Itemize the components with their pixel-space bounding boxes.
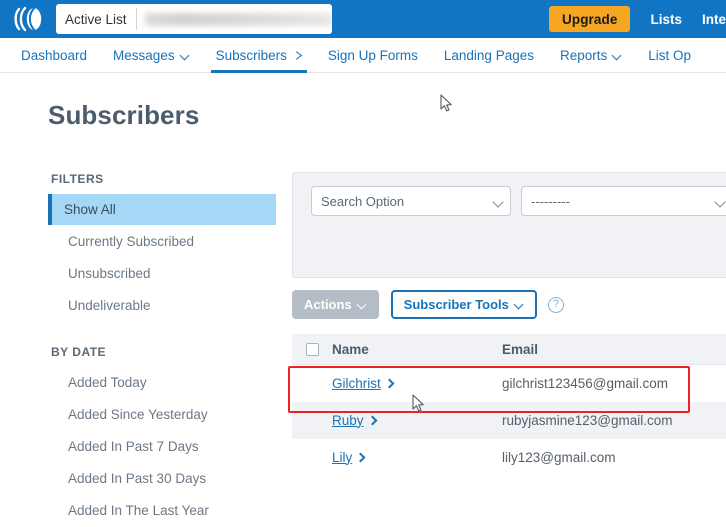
table-header-row: Name Email — [292, 334, 726, 365]
nav-messages-label: Messages — [113, 47, 175, 63]
help-glyph: ? — [552, 298, 559, 310]
help-icon[interactable]: ? — [547, 296, 564, 313]
chevron-down-icon — [358, 300, 367, 309]
nav-landing-pages-label: Landing Pages — [443, 47, 534, 63]
sidebar-item-label: Added Since Yesterday — [68, 407, 208, 422]
table-row[interactable]: Ruby rubyjasmine123@gmail.com — [292, 402, 726, 439]
sidebar-item-show-all[interactable]: Show All — [48, 194, 276, 225]
chevron-down-icon — [714, 196, 726, 208]
sidebar-item-label: Unsubscribed — [68, 266, 151, 281]
row-email-cell: gilchrist123456@gmail.com — [502, 376, 669, 391]
filters-heading: FILTERS — [51, 172, 104, 186]
active-list-value[interactable] — [144, 12, 332, 26]
sidebar-item-added-today[interactable]: Added Today — [48, 367, 276, 398]
mouse-cursor — [440, 94, 453, 118]
top-bar-right: Upgrade Lists Inte — [549, 0, 726, 38]
row-name-cell: Gilchrist — [332, 375, 502, 393]
by-date-heading: BY DATE — [51, 345, 107, 359]
secondary-filter-value: --------- — [531, 193, 570, 209]
subscriber-tools-button[interactable]: Subscriber Tools — [390, 290, 537, 319]
search-option-value: Search Option — [321, 193, 405, 209]
column-header-name[interactable]: Name — [332, 342, 502, 357]
sidebar-item-label: Undeliverable — [68, 298, 151, 313]
nav-messages[interactable]: Messages — [100, 38, 203, 72]
subscriber-name-link[interactable]: Gilchrist — [332, 376, 381, 391]
nav-sign-up-forms-label: Sign Up Forms — [327, 47, 418, 63]
row-email-cell: lily123@gmail.com — [502, 450, 616, 465]
select-all-cell — [292, 342, 332, 356]
topnav-link-lists[interactable]: Lists — [650, 12, 682, 27]
nav-reports-label: Reports — [559, 47, 608, 63]
chevron-right-icon[interactable] — [355, 452, 366, 462]
aweber-arcs-logo-icon[interactable] — [0, 0, 56, 38]
column-header-email[interactable]: Email — [502, 342, 726, 357]
row-name-cell: Lily — [332, 449, 502, 467]
sidebar-item-label: Currently Subscribed — [68, 234, 195, 249]
nav-landing-pages[interactable]: Landing Pages — [431, 38, 547, 72]
active-list-label: Active List — [65, 11, 127, 27]
sidebar-item-added-past-30-days[interactable]: Added In Past 30 Days — [48, 463, 276, 494]
page-title: Subscribers — [48, 100, 200, 130]
row-email-cell: rubyjasmine123@gmail.com — [502, 413, 673, 428]
active-list-field[interactable]: Active List — [56, 4, 332, 34]
nav-list-options-label: List Op — [648, 47, 692, 63]
chevron-down-icon — [293, 51, 302, 60]
table-action-row: Actions Subscriber Tools ? — [292, 290, 564, 319]
actions-button-label: Actions — [304, 297, 352, 312]
search-option-select[interactable]: Search Option — [311, 186, 511, 216]
secondary-filter-select[interactable]: --------- — [521, 186, 726, 216]
sidebar-item-added-since-yesterday[interactable]: Added Since Yesterday — [48, 399, 276, 430]
subscribers-table: Name Email Gilchrist gilchrist123456@gma… — [292, 334, 726, 476]
sidebar-item-currently-subscribed[interactable]: Currently Subscribed — [48, 226, 276, 257]
nav-dashboard-label: Dashboard — [21, 47, 88, 63]
actions-button[interactable]: Actions — [292, 290, 379, 319]
topnav-link-integrations[interactable]: Inte — [702, 12, 726, 27]
secondary-nav: Dashboard Messages Subscribers Sign Up F… — [0, 38, 726, 73]
select-all-checkbox[interactable] — [305, 342, 319, 356]
nav-dashboard[interactable]: Dashboard — [8, 38, 100, 72]
chevron-down-icon — [613, 51, 622, 60]
sidebar-item-label: Added In Past 7 Days — [68, 439, 199, 454]
upgrade-button[interactable]: Upgrade — [549, 6, 631, 32]
subscriber-name-link[interactable]: Lily — [332, 450, 352, 465]
sidebar-item-undeliverable[interactable]: Undeliverable — [48, 290, 276, 321]
sidebar-item-label: Added In The Last Year — [68, 503, 209, 518]
table-row[interactable]: Lily lily123@gmail.com — [292, 439, 726, 476]
chevron-down-icon — [181, 51, 190, 60]
subscriber-name-link[interactable]: Ruby — [332, 413, 364, 428]
nav-reports[interactable]: Reports — [547, 38, 635, 72]
sidebar-item-unsubscribed[interactable]: Unsubscribed — [48, 258, 276, 289]
nav-subscribers-label: Subscribers — [215, 47, 287, 63]
row-name-cell: Ruby — [332, 412, 502, 430]
chevron-right-icon[interactable] — [367, 415, 377, 425]
nav-subscribers[interactable]: Subscribers — [203, 38, 315, 73]
nav-sign-up-forms[interactable]: Sign Up Forms — [315, 38, 431, 72]
nav-list-options[interactable]: List Op — [635, 38, 704, 72]
sidebar-item-added-past-7-days[interactable]: Added In Past 7 Days — [48, 431, 276, 462]
sidebar-item-added-last-year[interactable]: Added In The Last Year — [48, 495, 276, 526]
chevron-down-icon — [492, 196, 504, 208]
sidebar-item-label: Show All — [64, 202, 116, 217]
sidebar-item-label: Added Today — [68, 375, 147, 390]
active-list-divider — [135, 8, 137, 30]
chevron-right-icon[interactable] — [384, 378, 395, 388]
filters-sidebar: FILTERS Show All Currently Subscribed Un… — [48, 172, 276, 527]
table-row[interactable]: Gilchrist gilchrist123456@gmail.com — [292, 365, 726, 402]
subscriber-tools-label: Subscriber Tools — [403, 297, 509, 312]
chevron-down-icon — [515, 300, 524, 309]
sidebar-item-label: Added In Past 30 Days — [68, 471, 207, 486]
top-bar: Active List Upgrade Lists Inte — [0, 0, 726, 38]
search-filter-panel: Search Option --------- — [292, 172, 726, 278]
